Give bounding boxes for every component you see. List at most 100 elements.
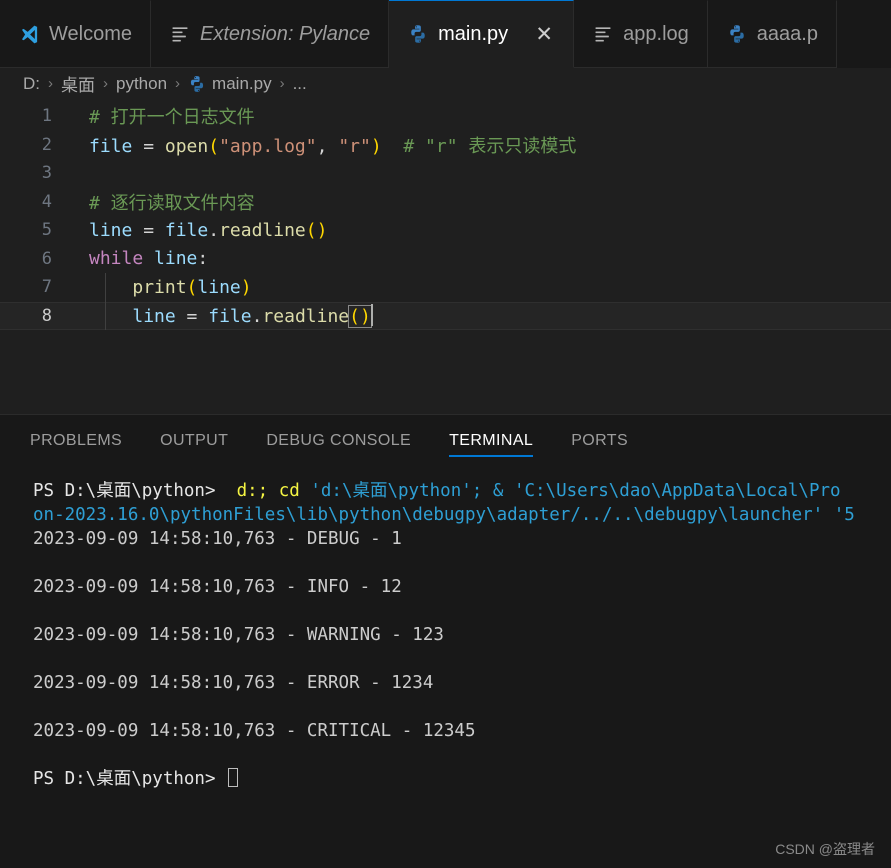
code-token: "app.log": [219, 135, 317, 157]
code-token: # "r" 表示只读模式: [381, 135, 577, 157]
code-token: while: [89, 248, 144, 270]
code-text: line = file.readline(): [68, 220, 891, 241]
code-line[interactable]: 8 line = file.readline(): [0, 301, 891, 330]
terminal-cursor: [228, 768, 239, 787]
tab-label: Welcome: [49, 23, 132, 45]
panel-tab-debug-console[interactable]: DEBUG CONSOLE: [266, 415, 411, 467]
bracket-match-highlight: (): [348, 305, 372, 329]
breadcrumb-label: python: [116, 73, 168, 93]
editor-tab-bar: Welcome Extension: Pylance main.py ✕ app.log…: [0, 0, 891, 68]
terminal-text: d:;: [226, 481, 279, 501]
line-number: 8: [41, 305, 52, 326]
breadcrumb-item[interactable]: D:: [22, 74, 41, 94]
code-line[interactable]: 4 # 逐行读取文件内容: [0, 188, 891, 217]
editor-tab-extension-pylance[interactable]: Extension: Pylance: [151, 0, 390, 68]
file-lines-icon: [592, 23, 614, 45]
breadcrumb-separator: ›: [279, 75, 285, 92]
code-token: =: [175, 306, 209, 328]
terminal-line: 2023-09-09 14:58:10,763 - WARNING - 123: [33, 623, 891, 647]
code-token: :: [197, 248, 209, 270]
code-text: while line:: [68, 248, 891, 269]
tab-label: app.log: [623, 23, 689, 45]
line-number: 4: [41, 191, 52, 212]
terminal-text: cd: [278, 481, 311, 501]
terminal-text: 2023-09-09 14:58:10,763 - ERROR - 1234: [33, 673, 434, 693]
editor-tab-main-py[interactable]: main.py ✕: [389, 0, 575, 68]
code-line[interactable]: 1 # 打开一个日志文件: [0, 102, 891, 131]
terminal-line: 2023-09-09 14:58:10,763 - CRITICAL - 123…: [33, 719, 891, 743]
code-token: ,: [316, 135, 339, 157]
code-token: line: [89, 219, 133, 241]
code-line[interactable]: 2 file = open("app.log", "r") # "r" 表示只读模…: [0, 131, 891, 160]
terminal-line: PS D:\桌面\python>: [33, 767, 891, 791]
terminal-text: 2023-09-09 14:58:10,763 - INFO - 12: [33, 577, 402, 597]
editor-tab-welcome[interactable]: Welcome: [0, 0, 151, 68]
breadcrumb-separator: ›: [103, 75, 108, 92]
breadcrumb-separator: ›: [48, 75, 53, 92]
code-token: open: [164, 135, 209, 157]
code-text: # 逐行读取文件内容: [68, 189, 891, 215]
code-text: line = file.readline(): [68, 304, 891, 329]
breadcrumb-label: main.py: [212, 73, 272, 93]
breadcrumb-item[interactable]: 桌面: [60, 71, 96, 96]
code-token: (): [305, 219, 328, 241]
code-token: line: [132, 306, 176, 328]
code-token: readline: [219, 219, 306, 241]
watermark: CSDN @盗理者: [775, 841, 875, 857]
breadcrumb-item[interactable]: python: [115, 74, 168, 94]
panel-tab-terminal[interactable]: TERMINAL: [449, 415, 534, 467]
python-icon: [726, 23, 748, 45]
code-token: =: [132, 135, 165, 157]
code-token: line: [197, 276, 241, 298]
terminal-text: 2023-09-09 14:58:10,763 - WARNING - 123: [33, 625, 444, 645]
breadcrumb-label: D:: [23, 73, 40, 93]
close-icon[interactable]: ✕: [533, 23, 555, 45]
python-icon: [407, 23, 429, 45]
panel-tab-bar: PROBLEMS OUTPUT DEBUG CONSOLE TERMINAL PORTS: [0, 415, 891, 467]
breadcrumb-item[interactable]: ...: [292, 74, 308, 94]
code-line[interactable]: 5 line = file.readline(): [0, 216, 891, 245]
line-number: 2: [41, 134, 52, 155]
line-number: 7: [41, 277, 52, 298]
code-line[interactable]: 6 while line:: [0, 245, 891, 274]
terminal-line: 2023-09-09 14:58:10,763 - INFO - 12: [33, 575, 891, 599]
panel-tab-output[interactable]: OUTPUT: [160, 415, 228, 467]
code-line[interactable]: 3: [0, 159, 891, 188]
terminal-text: PS D:\桌面\python>: [33, 481, 227, 501]
code-text: print(line): [68, 277, 891, 298]
editor-tab-app-log[interactable]: app.log: [574, 0, 708, 68]
bottom-panel: PROBLEMS OUTPUT DEBUG CONSOLE TERMINAL PORTS…: [0, 414, 891, 868]
code-token: # 打开一个日志文件: [89, 107, 255, 129]
tab-label: main.py: [438, 23, 509, 45]
terminal-text: 2023-09-09 14:58:10,763 - CRITICAL - 123…: [33, 721, 476, 741]
line-number: 3: [41, 163, 52, 184]
breadcrumb-label: ...: [292, 73, 307, 93]
code-line[interactable]: 7 print(line): [0, 273, 891, 302]
line-number: 1: [41, 106, 52, 127]
code-token: (: [208, 135, 220, 157]
panel-tab-ports[interactable]: PORTS: [571, 415, 628, 467]
breadcrumb-label: 桌面: [61, 76, 95, 95]
panel-tab-problems[interactable]: PROBLEMS: [30, 415, 122, 467]
code-editor[interactable]: 1 # 打开一个日志文件 2 file = open("app.log", "r") …: [0, 99, 891, 414]
code-token: .: [208, 219, 220, 241]
terminal-text: 'C:\Users\dao\AppData\Local\Pro: [513, 481, 841, 501]
editor-tab-aaaa-p[interactable]: aaaa.p: [707, 0, 837, 68]
python-icon: [188, 75, 206, 93]
breadcrumb-item[interactable]: main.py: [187, 74, 273, 94]
code-token: line: [154, 248, 198, 270]
terminal-output[interactable]: PS D:\桌面\python> d:; cd 'd:\桌面\python'; …: [0, 467, 891, 868]
terminal-text: PS D:\桌面\python>: [33, 769, 227, 789]
terminal-text: on-2023.16.0\pythonFiles\lib\python\debu…: [33, 505, 855, 525]
breadcrumb[interactable]: D: › 桌面 › python › main.py ›...: [0, 68, 891, 99]
code-token: ): [370, 135, 382, 157]
file-lines-icon: [169, 23, 191, 45]
tab-label: aaaa.p: [756, 23, 818, 45]
